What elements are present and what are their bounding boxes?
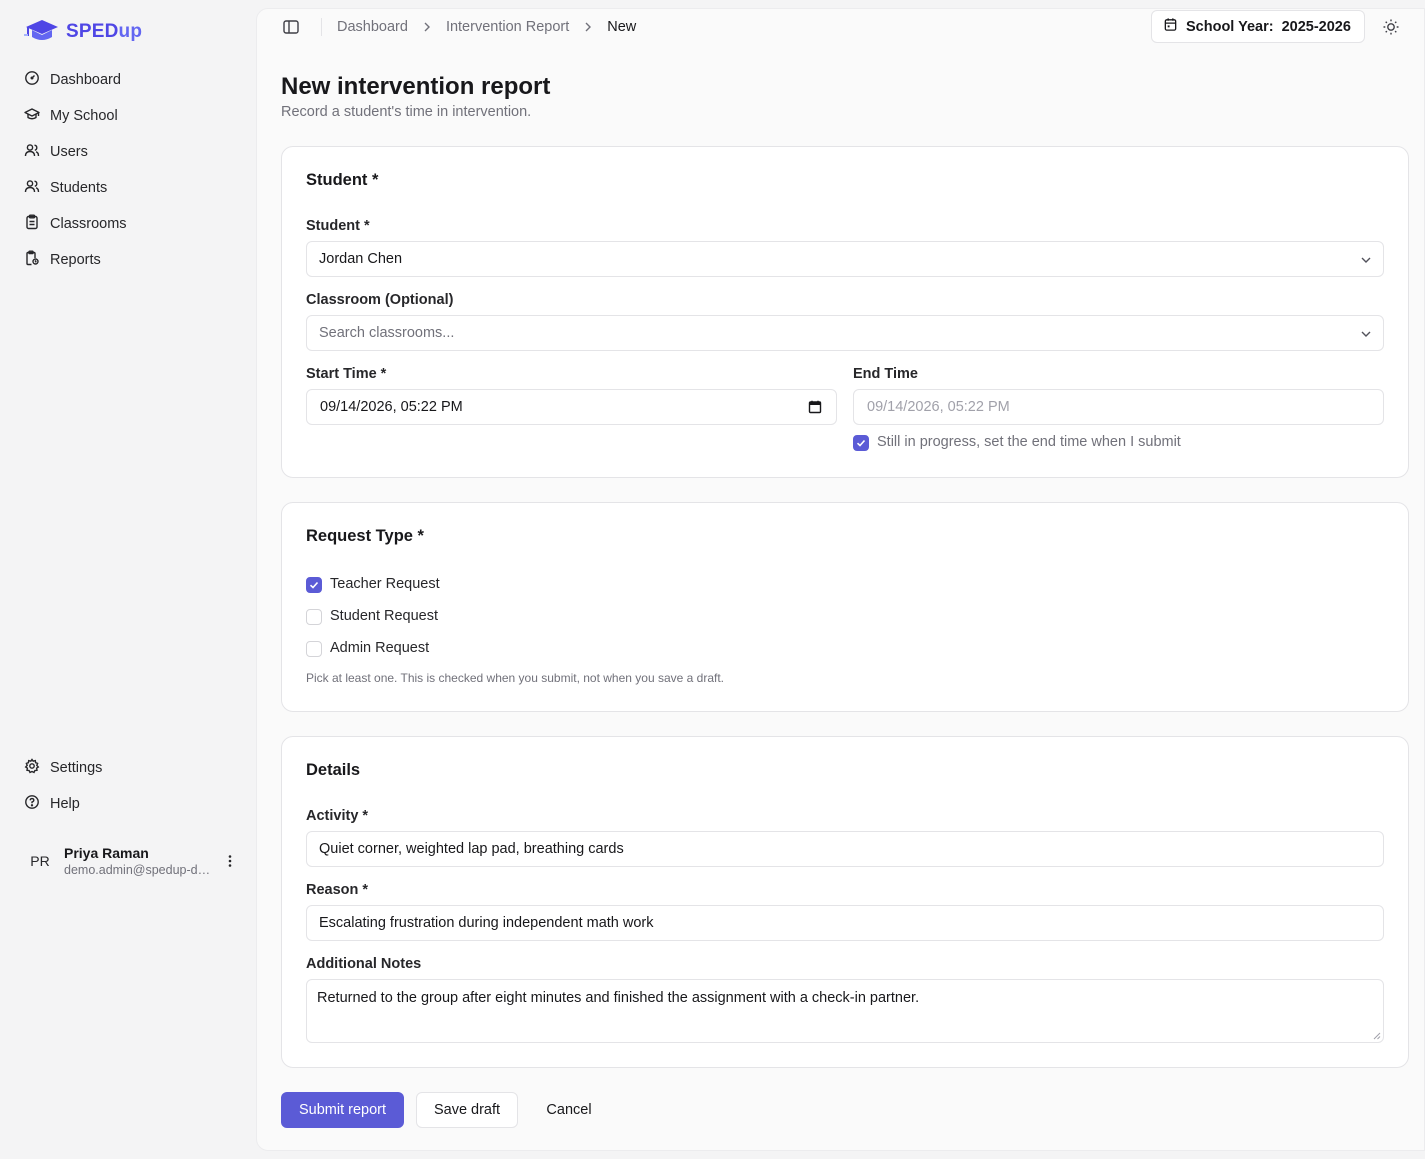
- sidebar-item-label: Help: [50, 796, 80, 812]
- student-label: Student *: [306, 218, 370, 234]
- student-select[interactable]: Jordan Chen: [306, 241, 1384, 277]
- student-card: Student * Student * Jordan Chen Classroo…: [281, 146, 1409, 478]
- teacher-request-label[interactable]: Teacher Request: [330, 576, 440, 592]
- student-card-title: Student *: [306, 171, 379, 189]
- avatar: PR: [30, 853, 50, 869]
- notes-value: Returned to the group after eight minute…: [317, 990, 920, 1006]
- page-subtitle: Record a student's time in intervention.: [281, 104, 532, 120]
- sidebar-toggle-icon[interactable]: [281, 17, 301, 37]
- in-progress-checkbox[interactable]: [853, 435, 869, 451]
- sidebar-item-users[interactable]: Users: [16, 134, 248, 170]
- chevron-right-icon: [585, 22, 592, 32]
- save-draft-button[interactable]: Save draft: [416, 1092, 518, 1128]
- main-panel: Dashboard Intervention Report New School…: [256, 8, 1425, 1151]
- user-email: demo.admin@spedup-demo.org: [64, 863, 212, 877]
- calendar-icon[interactable]: [808, 400, 822, 414]
- start-time-label: Start Time *: [306, 366, 387, 382]
- sidebar-item-help[interactable]: Help: [16, 786, 248, 822]
- sidebar: SPEDup Dashboard My School Users Student…: [0, 0, 256, 1159]
- chevron-right-icon: [424, 22, 430, 32]
- sidebar-item-label: My School: [50, 108, 118, 124]
- graduation-cap-icon: [24, 106, 40, 126]
- users-icon: [24, 142, 40, 162]
- admin-request-label[interactable]: Admin Request: [330, 640, 429, 656]
- school-year-selector[interactable]: School Year: 2025-2026: [1151, 10, 1365, 43]
- gear-icon: [24, 758, 40, 778]
- sidebar-item-reports[interactable]: Reports: [16, 242, 248, 278]
- chevron-down-icon: [1361, 331, 1371, 337]
- topbar-divider: [321, 18, 322, 36]
- sidebar-nav: Dashboard My School Users Students Class…: [16, 62, 248, 278]
- admin-request-checkbox[interactable]: [306, 641, 322, 657]
- reason-label: Reason *: [306, 882, 369, 898]
- activity-value: Quiet corner, weighted lap pad, breathin…: [319, 841, 624, 857]
- topbar: Dashboard Intervention Report New School…: [257, 9, 1424, 45]
- cancel-button[interactable]: Cancel: [530, 1092, 608, 1128]
- breadcrumb-intervention-report[interactable]: Intervention Report: [446, 19, 569, 35]
- student-request-label[interactable]: Student Request: [330, 608, 438, 624]
- request-type-title: Request Type *: [306, 527, 424, 545]
- sidebar-item-classrooms[interactable]: Classrooms: [16, 206, 248, 242]
- breadcrumb-current: New: [607, 19, 637, 35]
- classroom-label: Classroom (Optional): [306, 292, 454, 308]
- check-icon: [856, 439, 866, 447]
- details-title: Details: [306, 761, 361, 779]
- sidebar-item-label: Dashboard: [50, 72, 121, 88]
- user-name: Priya Raman: [64, 845, 149, 861]
- student-select-value: Jordan Chen: [319, 251, 403, 267]
- breadcrumb: Dashboard Intervention Report New: [337, 9, 636, 45]
- request-type-hint: Pick at least one. This is checked when …: [306, 671, 725, 685]
- end-time-value: 09/14/2026, 05:22 PM: [867, 399, 1010, 415]
- activity-label: Activity *: [306, 808, 369, 824]
- gauge-icon: [24, 70, 40, 90]
- start-time-input[interactable]: 09/14/2026, 05:22 PM: [306, 389, 837, 425]
- clipboard-icon: [24, 214, 40, 234]
- sidebar-item-dashboard[interactable]: Dashboard: [16, 62, 248, 98]
- reason-input[interactable]: Escalating frustration during independen…: [306, 905, 1384, 941]
- brand-logo[interactable]: SPEDup: [24, 18, 142, 46]
- sidebar-item-label: Classrooms: [50, 216, 127, 232]
- school-year-label: School Year:: [1186, 18, 1274, 35]
- graduation-cap-logo-icon: [24, 18, 60, 47]
- notes-label: Additional Notes: [306, 956, 422, 972]
- resize-handle-icon[interactable]: [1373, 1032, 1381, 1040]
- page-title: New intervention report: [281, 73, 551, 100]
- school-year-value: 2025-2026: [1281, 18, 1351, 35]
- details-card: Details Activity * Quiet corner, weighte…: [281, 736, 1409, 1068]
- help-icon: [24, 794, 40, 814]
- sidebar-item-label: Users: [50, 144, 88, 160]
- in-progress-label[interactable]: Still in progress, set the end time when…: [877, 434, 1181, 450]
- check-icon: [309, 581, 319, 589]
- end-time-label: End Time: [853, 366, 918, 382]
- start-time-value: 09/14/2026, 05:22 PM: [320, 399, 463, 415]
- request-type-card: Request Type * Teacher Request Student R…: [281, 502, 1409, 712]
- calendar-icon: [1163, 17, 1178, 36]
- classroom-placeholder: Search classrooms...: [319, 325, 455, 341]
- chevron-down-icon: [1361, 257, 1371, 263]
- sidebar-item-label: Settings: [50, 760, 103, 776]
- activity-input[interactable]: Quiet corner, weighted lap pad, breathin…: [306, 831, 1384, 867]
- classroom-search-select[interactable]: Search classrooms...: [306, 315, 1384, 351]
- students-icon: [24, 178, 40, 198]
- sidebar-bottom-nav: Settings Help: [16, 750, 248, 822]
- sidebar-item-my-school[interactable]: My School: [16, 98, 248, 134]
- sidebar-item-label: Reports: [50, 252, 101, 268]
- notes-textarea[interactable]: Returned to the group after eight minute…: [306, 979, 1384, 1043]
- brand-name: SPEDup: [66, 21, 143, 42]
- user-info: Priya Raman demo.admin@spedup-demo.org: [64, 845, 212, 877]
- sidebar-item-label: Students: [50, 180, 108, 196]
- submit-report-button[interactable]: Submit report: [281, 1092, 404, 1128]
- sidebar-item-students[interactable]: Students: [16, 170, 248, 206]
- sidebar-item-settings[interactable]: Settings: [16, 750, 248, 786]
- sun-icon[interactable]: [1381, 17, 1401, 37]
- reason-value: Escalating frustration during independen…: [319, 915, 654, 931]
- more-vertical-icon[interactable]: [218, 849, 242, 873]
- report-icon: [24, 250, 40, 270]
- teacher-request-checkbox[interactable]: [306, 577, 322, 593]
- student-request-checkbox[interactable]: [306, 609, 322, 625]
- breadcrumb-dashboard[interactable]: Dashboard: [337, 19, 408, 35]
- end-time-input[interactable]: 09/14/2026, 05:22 PM: [853, 389, 1384, 425]
- user-profile[interactable]: PR Priya Raman demo.admin@spedup-demo.or…: [24, 840, 244, 882]
